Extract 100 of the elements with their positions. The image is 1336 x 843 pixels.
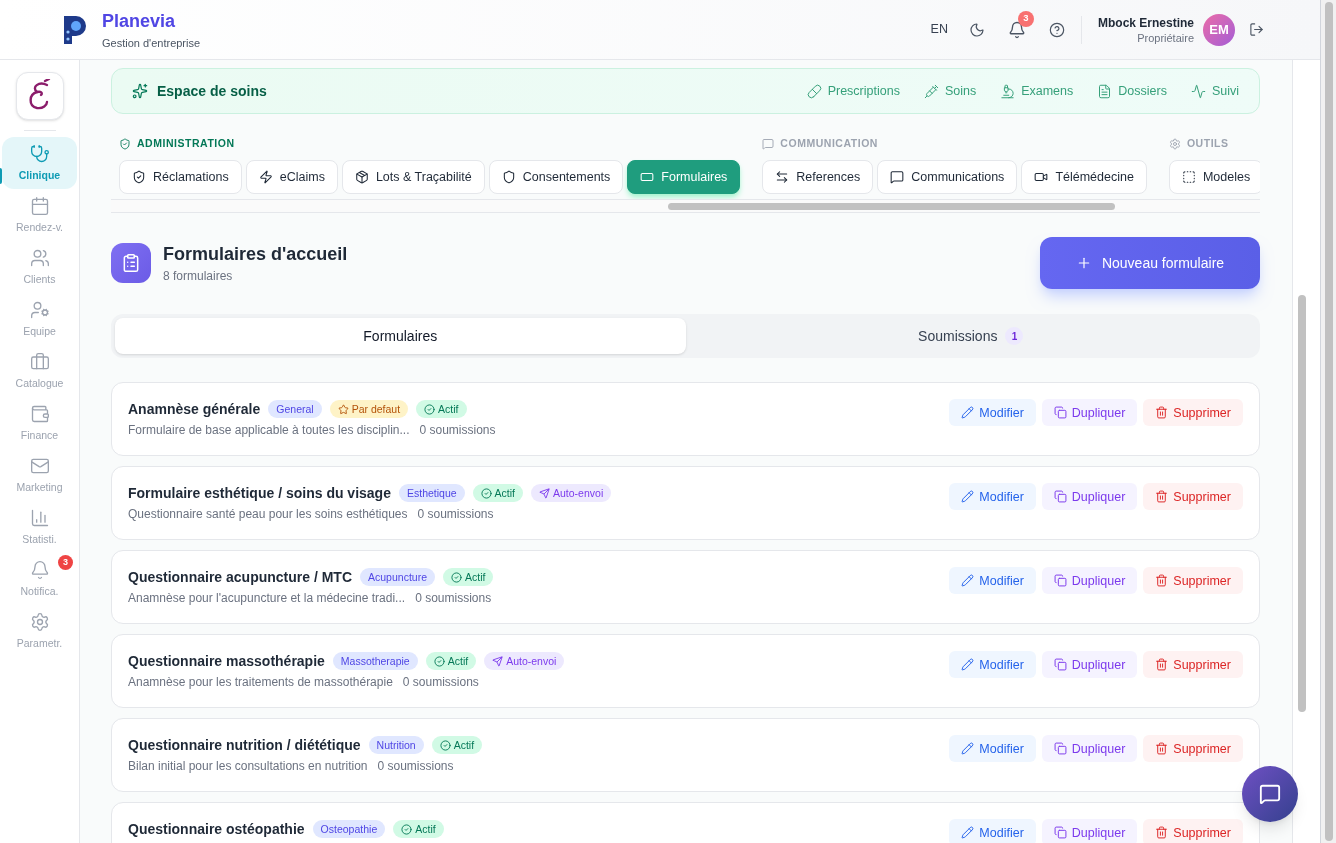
scrollbar-thumb[interactable] bbox=[1324, 2, 1333, 841]
status-label: Actif bbox=[453, 739, 475, 751]
count-badge: 1 bbox=[1005, 327, 1024, 345]
module-tab[interactable]: Consentements bbox=[488, 160, 624, 194]
delete-button[interactable]: Supprimer bbox=[1143, 483, 1243, 510]
care-link[interactable]: Dossiers bbox=[1097, 81, 1167, 101]
page-scrollbar[interactable] bbox=[1320, 0, 1336, 843]
star-icon bbox=[337, 403, 349, 415]
delete-button[interactable]: Supprimer bbox=[1143, 819, 1243, 843]
view-tab[interactable]: Formulaires bbox=[115, 318, 686, 354]
delete-button[interactable]: Supprimer bbox=[1143, 735, 1243, 762]
status-label: Actif bbox=[415, 823, 436, 835]
pill-icon bbox=[806, 83, 822, 99]
sidebar-item[interactable]: Marketing bbox=[2, 449, 77, 501]
status-label: Actif bbox=[438, 403, 459, 415]
edit-button[interactable]: Modifier bbox=[949, 483, 1036, 510]
document-icon bbox=[1097, 83, 1113, 99]
bell-icon[interactable] bbox=[1007, 20, 1026, 39]
calendar-icon bbox=[29, 196, 50, 216]
sidebar-item[interactable]: Notifica. 3 bbox=[2, 553, 77, 605]
lightning-icon bbox=[258, 170, 273, 184]
form-title: Formulaire esthétique / soins du visage bbox=[128, 484, 391, 502]
edit-button[interactable]: Modifier bbox=[949, 651, 1036, 678]
delete-button[interactable]: Supprimer bbox=[1143, 651, 1243, 678]
wallet-icon bbox=[29, 404, 50, 424]
module-tab[interactable]: Réclamations bbox=[119, 160, 242, 194]
trash-icon bbox=[1155, 574, 1169, 587]
form-count: 8 formulaires bbox=[163, 268, 234, 284]
auto-send-label: Auto-envoi bbox=[506, 655, 557, 667]
shield-check-icon bbox=[119, 138, 131, 150]
category-tag: General bbox=[268, 400, 322, 418]
form-description: Bilan initial pour les consultations en nutrition bbox=[128, 758, 368, 775]
duplicate-button[interactable]: Dupliquer bbox=[1041, 735, 1138, 762]
swirl-logo-icon bbox=[15, 72, 64, 120]
form-description: Formulaire de base applicable à toutes les disciplin... bbox=[128, 422, 410, 439]
arrows-icon bbox=[775, 170, 790, 184]
check-circle-icon bbox=[439, 739, 451, 751]
sidebar-item[interactable]: Parametr. bbox=[2, 605, 77, 657]
pencil-icon bbox=[961, 826, 975, 839]
vertical-scrollbar[interactable] bbox=[1292, 60, 1320, 843]
sidebar-item[interactable]: Equipe bbox=[2, 293, 77, 345]
edit-button[interactable]: Modifier bbox=[949, 819, 1036, 843]
trash-icon bbox=[1155, 742, 1169, 755]
check-circle-icon bbox=[424, 403, 436, 415]
edit-button[interactable]: Modifier bbox=[949, 399, 1036, 426]
moon-icon[interactable] bbox=[968, 21, 985, 38]
module-tab[interactable]: Modeles bbox=[1168, 160, 1260, 194]
speech-bubble-icon bbox=[890, 170, 905, 184]
bell-icon bbox=[29, 560, 50, 580]
bar-chart-icon bbox=[29, 508, 50, 528]
sidebar-item[interactable]: Rendez-v. bbox=[2, 189, 77, 241]
duplicate-button[interactable]: Dupliquer bbox=[1041, 483, 1138, 510]
copy-icon bbox=[1053, 658, 1067, 671]
scrollbar-thumb[interactable] bbox=[668, 202, 1115, 210]
logout-icon[interactable] bbox=[1249, 22, 1264, 37]
form-description: Anamnèse pour les traitements de massothérapie bbox=[128, 674, 393, 691]
edit-button[interactable]: Modifier bbox=[949, 567, 1036, 594]
care-link[interactable]: Suivi bbox=[1190, 81, 1239, 101]
duplicate-button[interactable]: Dupliquer bbox=[1041, 399, 1138, 426]
copy-icon bbox=[1053, 742, 1067, 755]
module-tab[interactable]: Communications bbox=[877, 160, 1018, 194]
copy-icon bbox=[1053, 826, 1067, 839]
duplicate-button[interactable]: Dupliquer bbox=[1041, 651, 1138, 678]
duplicate-button[interactable]: Dupliquer bbox=[1041, 567, 1138, 594]
sidebar-item[interactable]: Clients bbox=[2, 241, 77, 293]
sidebar-item[interactable]: Statisti. bbox=[2, 501, 77, 553]
copy-icon bbox=[1053, 574, 1067, 587]
duplicate-button[interactable]: Dupliquer bbox=[1041, 819, 1138, 843]
delete-button[interactable]: Supprimer bbox=[1143, 399, 1243, 426]
module-tab[interactable]: Lots & Traçabilité bbox=[341, 160, 485, 194]
scrollbar-thumb[interactable] bbox=[1298, 295, 1306, 712]
module-tab[interactable]: Formulaires bbox=[627, 160, 741, 194]
language-button[interactable]: EN bbox=[930, 20, 948, 39]
shield-icon bbox=[501, 170, 516, 184]
sidebar-item[interactable]: Clinique bbox=[2, 137, 77, 189]
module-tab[interactable]: References bbox=[762, 160, 874, 194]
pencil-icon bbox=[961, 490, 975, 503]
help-icon[interactable] bbox=[1048, 21, 1065, 38]
notification-badge: 3 bbox=[58, 555, 73, 570]
care-link[interactable]: Prescriptions bbox=[806, 81, 900, 101]
notification-badge: 3 bbox=[1017, 10, 1034, 27]
default-label: Par defaut bbox=[351, 403, 401, 415]
brand-name: Planevia bbox=[102, 9, 177, 32]
edit-button[interactable]: Modifier bbox=[949, 735, 1036, 762]
submission-count: 0 soumissions bbox=[377, 758, 454, 775]
care-link[interactable]: Soins bbox=[923, 81, 977, 101]
module-tab[interactable]: eClaims bbox=[245, 160, 338, 194]
video-camera-icon bbox=[1034, 170, 1049, 184]
sidebar-item[interactable]: Catalogue bbox=[2, 345, 77, 397]
delete-button[interactable]: Supprimer bbox=[1143, 567, 1243, 594]
module-tab[interactable]: Télémédecine bbox=[1021, 160, 1147, 194]
new-form-button[interactable]: Nouveau formulaire bbox=[1040, 237, 1260, 289]
view-tab[interactable]: Soumissions 1 bbox=[685, 318, 1256, 354]
stethoscope-icon bbox=[29, 144, 50, 164]
care-link[interactable]: Examens bbox=[1000, 81, 1074, 101]
group-heading: COMMUNICATION bbox=[780, 136, 878, 152]
sidebar-item[interactable]: Finance bbox=[2, 397, 77, 449]
status-label: Actif bbox=[465, 571, 486, 583]
user-avatar[interactable]: EM bbox=[1203, 13, 1235, 46]
pencil-icon bbox=[961, 742, 975, 755]
